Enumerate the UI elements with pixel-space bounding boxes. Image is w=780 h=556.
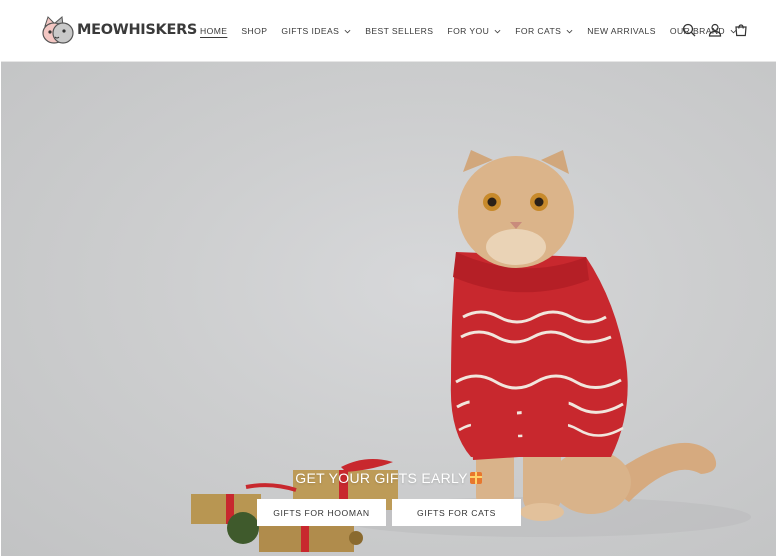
search-icon bbox=[682, 23, 696, 37]
hero-cta-group: GIFTS FOR HOOMAN GIFTS FOR CATS bbox=[257, 499, 527, 526]
chevron-down-icon bbox=[566, 29, 573, 33]
nav-item-best-sellers[interactable]: BEST SELLERS bbox=[365, 26, 433, 36]
hero-heading: GET YOUR GIFTS EARLY bbox=[1, 470, 776, 486]
hero-heading-text: GET YOUR GIFTS EARLY bbox=[295, 470, 468, 486]
nav-item-label: GIFTS IDEAS bbox=[281, 26, 340, 36]
main-nav: HOME SHOP GIFTS IDEAS BEST SELLERS FOR Y… bbox=[200, 24, 751, 38]
nav-item-for-cats[interactable]: FOR CATS bbox=[515, 26, 573, 36]
cart-icon bbox=[735, 24, 747, 37]
search-button[interactable] bbox=[681, 22, 697, 38]
nav-item-label: SHOP bbox=[241, 26, 268, 36]
gifts-for-hooman-button[interactable]: GIFTS FOR HOOMAN bbox=[257, 499, 386, 526]
chevron-down-icon bbox=[494, 29, 501, 33]
cat-head-logo-icon bbox=[42, 16, 74, 44]
nav-item-for-you[interactable]: FOR YOU bbox=[447, 26, 501, 36]
gift-emoji-icon bbox=[469, 472, 482, 484]
nav-item-label: HOME bbox=[200, 26, 228, 36]
nav-item-shop[interactable]: SHOP bbox=[241, 26, 267, 36]
nav-item-new-arrivals[interactable]: NEW ARRIVALS bbox=[587, 26, 656, 36]
nav-item-label: BEST SELLERS bbox=[365, 26, 434, 36]
site-header: MEOWHISKERS HOME SHOP GIFTS IDEAS BEST S… bbox=[1, 0, 776, 62]
nav-item-label: FOR YOU bbox=[447, 26, 490, 36]
nav-item-label: NEW ARRIVALS bbox=[587, 26, 656, 36]
cart-button[interactable] bbox=[733, 22, 749, 38]
brand-logo[interactable]: MEOWHISKERS bbox=[41, 14, 197, 46]
brand-name: MEOWHISKERS bbox=[77, 22, 198, 38]
nav-item-home[interactable]: HOME bbox=[200, 26, 227, 36]
chevron-down-icon bbox=[344, 29, 351, 33]
account-icon bbox=[708, 23, 722, 37]
account-button[interactable] bbox=[707, 22, 723, 38]
nav-item-gifts-ideas[interactable]: GIFTS IDEAS bbox=[281, 26, 351, 36]
gifts-for-cats-button[interactable]: GIFTS FOR CATS bbox=[392, 499, 521, 526]
header-icons bbox=[681, 22, 759, 38]
hero-banner: GET YOUR GIFTS EARLY GIFTS FOR HOOMAN GI… bbox=[1, 62, 776, 556]
nav-item-label: FOR CATS bbox=[515, 26, 562, 36]
